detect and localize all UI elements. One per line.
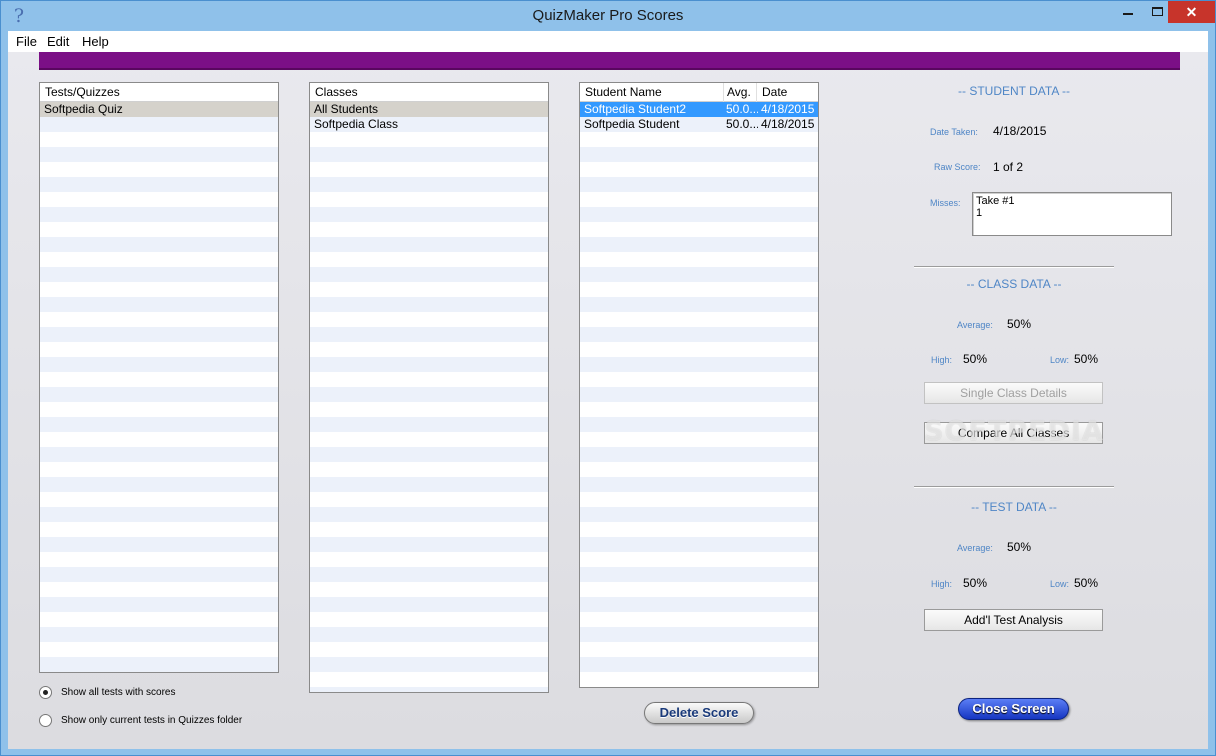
maximize-icon (1152, 7, 1163, 16)
show-current-radio[interactable] (39, 714, 52, 727)
menu-file[interactable]: File (16, 34, 37, 49)
students-list-header: Student Name Avg. Date (580, 83, 818, 102)
close-window-button[interactable]: ✕ (1168, 1, 1215, 23)
menu-help[interactable]: Help (82, 34, 109, 49)
list-item[interactable]: All Students (310, 102, 548, 117)
section-divider (914, 486, 1114, 488)
scores-panel: Tests/Quizzes Softpedia Quiz Classes All… (8, 52, 1208, 749)
accent-bar (39, 52, 1180, 70)
compare-all-classes-button[interactable]: Compare All Classes (924, 422, 1103, 444)
date-cell: 4/18/2015 (761, 102, 815, 116)
classes-list-header: Classes (310, 83, 548, 102)
window-title: QuizMaker Pro Scores (532, 7, 684, 24)
raw-score-label: Raw Score: (934, 162, 981, 172)
tests-list-header: Tests/Quizzes (40, 83, 278, 102)
test-name: Softpedia Quiz (44, 102, 123, 116)
classes-column-header[interactable]: Classes (315, 85, 358, 99)
date-cell: 4/18/2015 (761, 117, 815, 131)
class-high-label: High: (931, 355, 953, 365)
show-all-radio[interactable] (39, 686, 52, 699)
minimize-icon (1123, 13, 1133, 15)
class-high-value: 50% (963, 352, 988, 366)
class-average-value: 50% (1007, 317, 1032, 331)
show-current-label[interactable]: Show only current tests in Quizzes folde… (61, 715, 242, 726)
student-name-cell: Softpedia Student2 (584, 102, 687, 116)
menu-bar: File Edit Help (8, 31, 1208, 52)
list-stripes (310, 102, 548, 692)
close-screen-button[interactable]: Close Screen (958, 698, 1069, 720)
raw-score-value: 1 of 2 (993, 160, 1024, 174)
date-taken-label: Date Taken: (930, 127, 978, 137)
students-list[interactable]: Student Name Avg. Date Softpedia Student… (579, 82, 819, 688)
class-low-value: 50% (1074, 352, 1099, 366)
class-data-title: -- CLASS DATA -- (966, 277, 1062, 291)
column-divider[interactable] (723, 83, 724, 102)
misses-line: 1 (976, 207, 983, 219)
misses-line: Take #1 (976, 195, 1015, 207)
table-row[interactable]: Softpedia Student 50.0... 4/18/2015 (580, 117, 818, 132)
minimize-button[interactable] (1113, 1, 1143, 23)
classes-list[interactable]: Classes All Students Softpedia Class (309, 82, 549, 693)
test-high-label: High: (931, 579, 953, 589)
show-all-label[interactable]: Show all tests with scores (61, 687, 176, 698)
show-current-tests-option[interactable]: Show only current tests in Quizzes folde… (39, 713, 279, 729)
list-stripes (580, 102, 818, 687)
test-average-label: Average: (957, 543, 993, 553)
tests-column-header[interactable]: Tests/Quizzes (45, 85, 120, 99)
menu-edit[interactable]: Edit (47, 34, 69, 49)
date-column-header[interactable]: Date (762, 85, 787, 99)
delete-score-button[interactable]: Delete Score (644, 702, 754, 724)
class-low-label: Low: (1050, 355, 1070, 365)
misses-label: Misses: (930, 198, 961, 208)
show-all-tests-option[interactable]: Show all tests with scores (39, 685, 239, 701)
test-low-value: 50% (1074, 576, 1099, 590)
class-name: All Students (314, 102, 379, 116)
tests-list[interactable]: Tests/Quizzes Softpedia Quiz (39, 82, 279, 673)
app-window: ? QuizMaker Pro Scores ✕ File Edit Help … (0, 0, 1216, 756)
addl-test-analysis-button[interactable]: Add'l Test Analysis (924, 609, 1103, 631)
date-taken-value: 4/18/2015 (993, 124, 1047, 138)
student-name-cell: Softpedia Student (584, 117, 680, 131)
class-name: Softpedia Class (314, 117, 399, 131)
test-low-label: Low: (1050, 579, 1070, 589)
avg-column-header[interactable]: Avg. (727, 85, 751, 99)
class-average-label: Average: (957, 320, 993, 330)
column-divider[interactable] (756, 83, 757, 102)
section-divider (914, 266, 1114, 268)
test-average-value: 50% (1007, 540, 1032, 554)
list-item[interactable]: Softpedia Class (310, 117, 548, 132)
test-data-title: -- TEST DATA -- (971, 500, 1057, 514)
table-row[interactable]: Softpedia Student2 50.0... 4/18/2015 (580, 102, 818, 117)
student-data-title: -- STUDENT DATA -- (958, 84, 1070, 98)
misses-textbox[interactable]: Take #1 1 (972, 192, 1172, 236)
avg-cell: 50.0... (726, 117, 758, 131)
list-stripes (40, 102, 278, 672)
student-name-column-header[interactable]: Student Name (585, 85, 662, 99)
test-high-value: 50% (963, 576, 988, 590)
title-bar[interactable]: ? QuizMaker Pro Scores ✕ (1, 1, 1215, 31)
avg-cell: 50.0... (726, 102, 758, 116)
list-item[interactable]: Softpedia Quiz (40, 102, 278, 117)
single-class-details-button[interactable]: Single Class Details (924, 382, 1103, 404)
